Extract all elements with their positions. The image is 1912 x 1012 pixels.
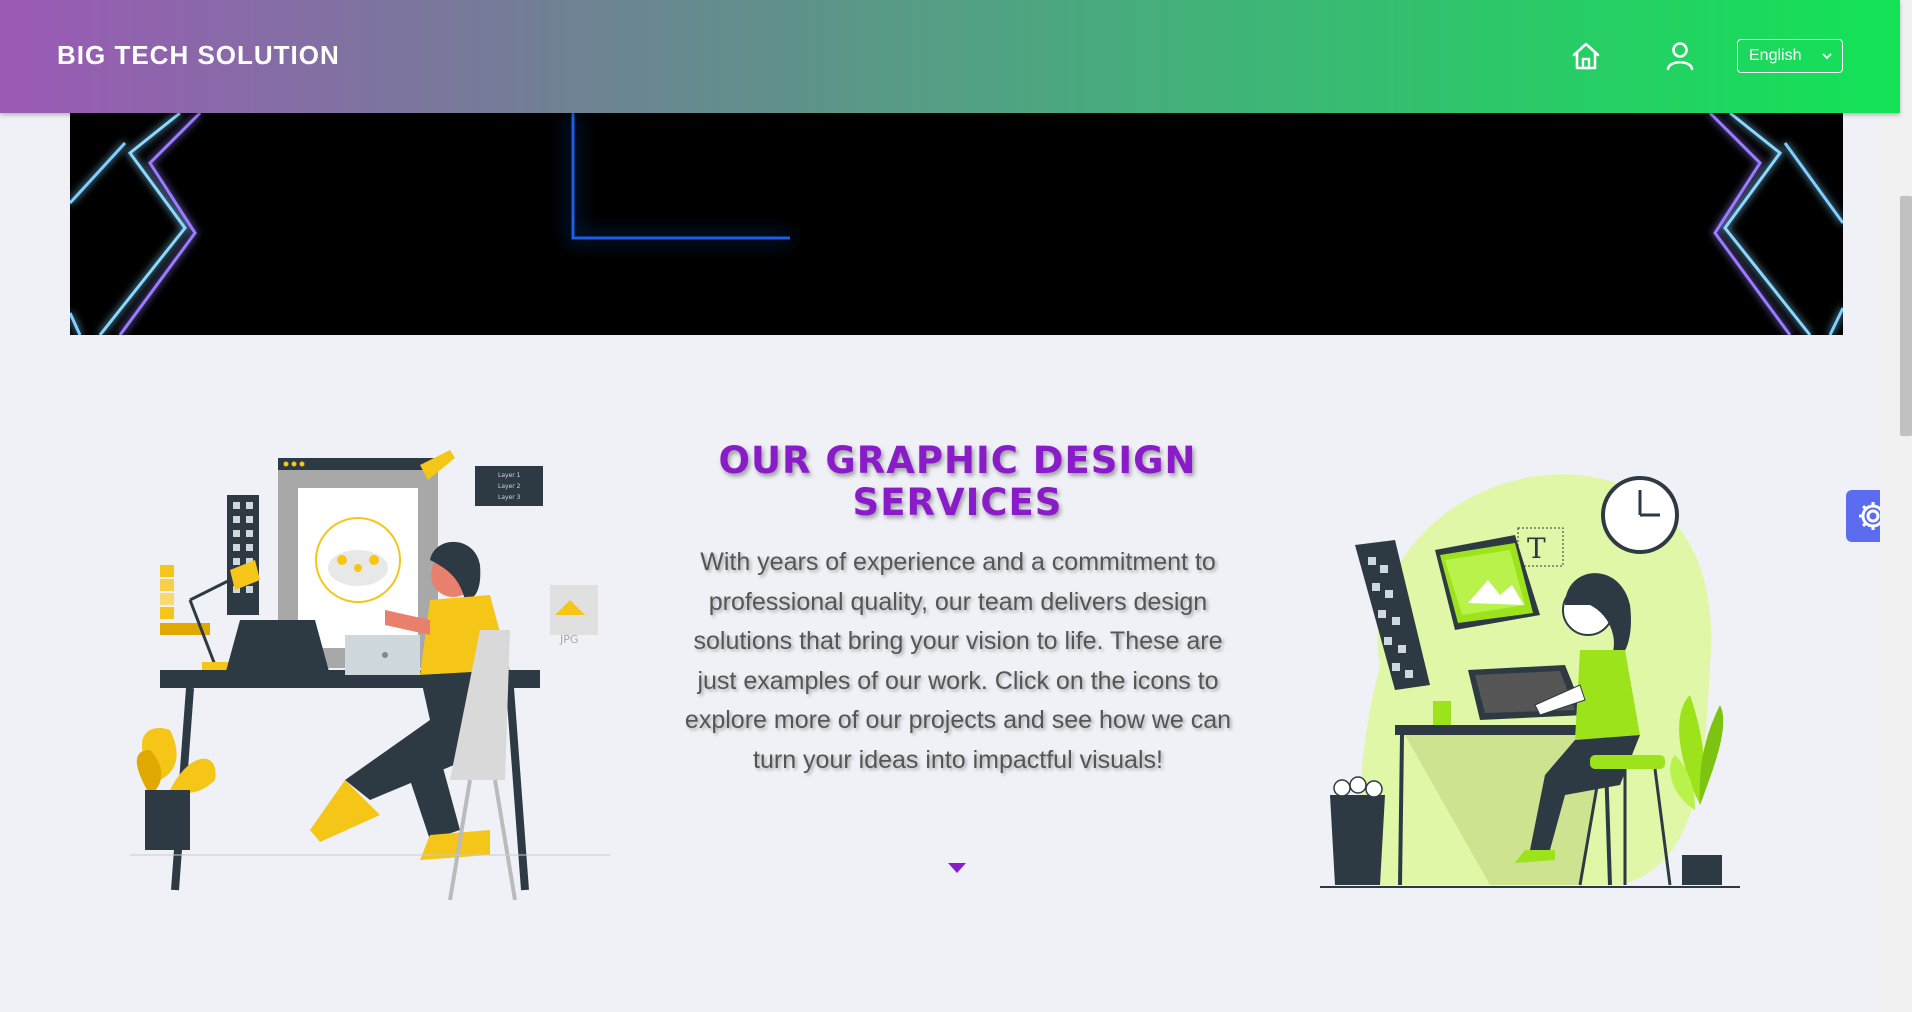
neon-banner-graphic	[70, 113, 1843, 335]
home-icon[interactable]	[1568, 38, 1604, 74]
designer-desk-illustration: Layer 1 Layer 2 Layer 3 JPG	[130, 450, 610, 900]
language-select[interactable]: English	[1737, 39, 1843, 73]
page-scrollbar-thumb[interactable]	[1900, 196, 1912, 436]
chevron-down-icon	[1822, 53, 1832, 60]
language-select-value: English	[1749, 47, 1802, 64]
top-navbar: BIG TECH SOLUTION English	[0, 0, 1900, 113]
brand-logo-text[interactable]: BIG TECH SOLUTION	[57, 40, 340, 71]
user-icon[interactable]	[1662, 38, 1698, 74]
designer-workstation-illustration: T	[1320, 474, 1740, 888]
layer-2-label: Layer 2	[498, 483, 521, 490]
jpg-badge-label: JPG	[559, 633, 578, 646]
text-tool-glyph: T	[1527, 532, 1546, 565]
layer-1-label: Layer 1	[498, 472, 521, 479]
hero-banner	[70, 113, 1843, 335]
section-title: OUR GRAPHIC DESIGN SERVICES	[718, 439, 1197, 524]
section-description: With years of experience and a commitmen…	[684, 548, 1232, 774]
page-scrollbar-track[interactable]	[1880, 0, 1912, 1012]
layer-3-label: Layer 3	[498, 494, 521, 501]
caret-down-icon[interactable]	[948, 863, 966, 874]
